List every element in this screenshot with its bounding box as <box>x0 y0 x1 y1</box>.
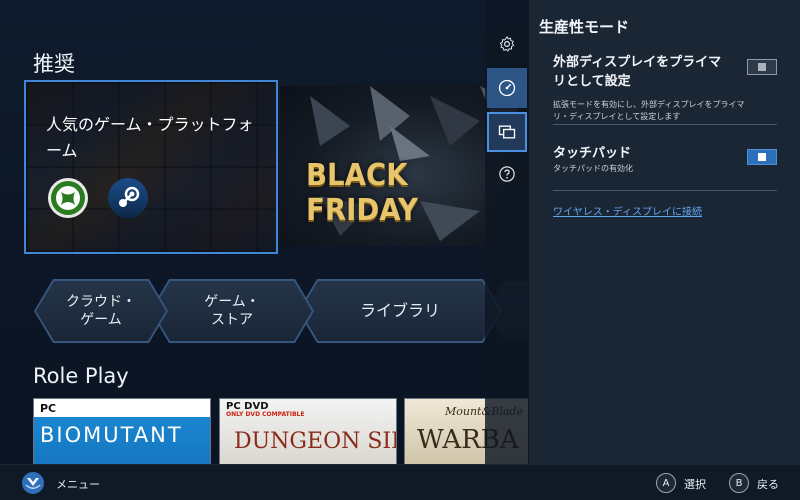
game-title: BIOMUTANT <box>40 423 183 447</box>
wireless-display-link[interactable]: ワイヤレス・ディスプレイに接続 <box>553 203 702 218</box>
platform-badge-sub: ONLY DVD COMPATIBLE <box>226 411 305 418</box>
main-content: 推奨 人気のゲーム・プラットフォーム BLACK FRIDAY ライブラリ ゲー… <box>0 0 528 464</box>
bottom-bar: メニュー A 選択 B 戻る <box>0 464 800 500</box>
touchpad-toggle[interactable] <box>747 149 777 165</box>
a-button-icon: A <box>656 473 676 493</box>
popular-platforms-label: 人気のゲーム・プラットフォーム <box>46 115 254 160</box>
nav-library-label: ライブラリ <box>359 301 440 320</box>
select-hint-label: 選択 <box>684 478 706 491</box>
help-button[interactable] <box>487 154 527 194</box>
performance-button[interactable] <box>487 68 527 108</box>
external-display-toggle[interactable] <box>747 59 777 75</box>
external-display-description: 拡張モードを有効にし、外部ディスプレイをプライマリ・ディスプレイとして設定します <box>553 100 745 121</box>
game-title: DUNGEON SIEGE <box>234 429 396 454</box>
game-card-biomutant[interactable]: PC BIOMUTANT <box>33 398 211 464</box>
gauge-icon <box>498 79 516 97</box>
role-play-heading: Role Play <box>33 364 129 388</box>
nav-cloud-gaming-button[interactable]: クラウド・ ゲーム <box>36 281 166 341</box>
menu-label: メニュー <box>56 478 100 491</box>
productivity-mode-button[interactable] <box>487 112 527 152</box>
b-button-icon: B <box>729 473 749 493</box>
xbox-logo-icon <box>48 178 88 218</box>
display-icon <box>498 125 516 139</box>
nav-game-store-label: ゲーム・ ストア <box>204 294 260 328</box>
nav-game-store-button[interactable]: ゲーム・ ストア <box>152 281 312 341</box>
panel-title: 生産性モード <box>539 18 630 36</box>
game-card-dungeon-siege[interactable]: PC DVD ONLY DVD COMPATIBLE DUNGEON SIEGE <box>219 398 397 464</box>
nav-library-button[interactable]: ライブラリ <box>300 281 500 341</box>
settings-button[interactable] <box>487 24 527 64</box>
toggle-knob <box>758 153 766 161</box>
recommended-heading: 推奨 <box>33 52 75 76</box>
divider <box>553 190 777 191</box>
touchpad-description: タッチパッドの有効化 <box>553 164 633 173</box>
toggle-knob <box>758 63 766 71</box>
popular-platforms-tile[interactable]: 人気のゲーム・プラットフォーム <box>24 80 278 254</box>
quick-settings-rail <box>485 0 529 464</box>
nav-cloud-gaming-label: クラウド・ ゲーム <box>66 294 136 328</box>
black-friday-text: BLACK FRIDAY <box>306 158 418 228</box>
help-icon <box>499 166 515 182</box>
platform-badge: PC <box>34 399 210 417</box>
gear-icon <box>499 35 515 52</box>
back-hint-label: 戻る <box>757 478 779 491</box>
steam-logo-icon <box>108 178 148 218</box>
external-display-label: 外部ディスプレイをプライマリとして設定 <box>553 55 722 89</box>
touchpad-label: タッチパッド <box>553 146 632 161</box>
divider <box>553 124 777 125</box>
menu-logo-icon[interactable] <box>21 471 45 495</box>
productivity-mode-panel: 生産性モード 外部ディスプレイをプライマリとして設定 拡張モードを有効にし、外部… <box>529 0 800 464</box>
